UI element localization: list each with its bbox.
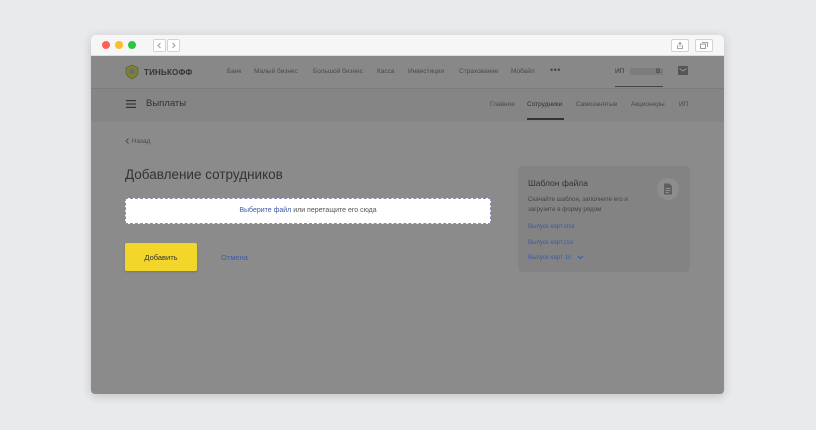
nav-link-insurance[interactable]: Страхование: [459, 68, 499, 75]
section-subnav: Выплаты Главное Сотрудники Самозанятые А…: [91, 89, 724, 120]
more-menu-button[interactable]: •••: [550, 65, 561, 75]
template-link-1c[interactable]: Выпуск карт 1с: [528, 254, 584, 261]
share-button[interactable]: [671, 39, 689, 52]
choose-file-link[interactable]: Выберите файл: [239, 207, 291, 214]
chevron-left-icon: [125, 138, 129, 145]
template-link-xlsx[interactable]: Выпуск карт.xlsx: [528, 223, 575, 230]
mail-icon[interactable]: [678, 66, 688, 75]
dropzone-hint: или перетащите его сюда: [291, 207, 377, 214]
site-top-nav: ТИНЬКОФФ Банк Малый бизнес Большой бизне…: [91, 56, 724, 89]
template-card-description: Скачайте шаблон, заполните его и загрузи…: [528, 196, 628, 213]
document-icon: [657, 178, 679, 200]
account-name[interactable]: ИП: [615, 68, 624, 75]
back-link-label: Назад: [131, 138, 151, 145]
template-link-1c-label: Выпуск карт 1с: [528, 254, 572, 261]
minimize-window-button[interactable]: [115, 41, 123, 49]
account-initial: В.: [656, 68, 663, 75]
file-dropzone[interactable]: Выберите файл или перетащите его сюда: [125, 198, 491, 224]
chevron-down-icon: [577, 255, 584, 260]
browser-window: ТИНЬКОФФ Банк Малый бизнес Большой бизне…: [91, 35, 724, 394]
tab-shareholders[interactable]: Акционеры: [631, 101, 665, 108]
browser-titlebar: [91, 35, 724, 56]
file-template-card: Шаблон файла Скачайте шаблон, заполните …: [518, 166, 690, 272]
nav-link-bank[interactable]: Банк: [227, 68, 241, 75]
close-window-button[interactable]: [102, 41, 110, 49]
brand-logo[interactable]: ТИНЬКОФФ: [124, 64, 192, 80]
chevron-right-icon: [172, 42, 176, 49]
maximize-window-button[interactable]: [128, 41, 136, 49]
back-arrow-button[interactable]: [153, 39, 166, 52]
page-title: Добавление сотрудников: [125, 167, 283, 182]
tabs-icon: [700, 42, 708, 49]
account-underline: [615, 86, 663, 87]
bank-emblem-icon: [125, 64, 139, 80]
nav-link-kassa[interactable]: Касса: [377, 68, 395, 75]
nav-link-mobile[interactable]: Мобайл: [511, 68, 535, 75]
active-tab-indicator: [527, 118, 564, 120]
template-card-title: Шаблон файла: [528, 178, 588, 188]
tab-self-employed[interactable]: Самозанятые: [576, 101, 617, 108]
nav-link-investments[interactable]: Инвестиции: [408, 68, 444, 75]
add-button[interactable]: Добавить: [125, 243, 197, 271]
tabs-button[interactable]: [695, 39, 713, 52]
brand-name: ТИНЬКОФФ: [144, 67, 193, 77]
cancel-link[interactable]: Отмена: [221, 253, 248, 262]
template-link-csv[interactable]: Выпуск карт.csv: [528, 239, 573, 246]
tab-employees[interactable]: Сотрудники: [527, 101, 562, 108]
forward-arrow-button[interactable]: [167, 39, 180, 52]
back-link[interactable]: Назад: [125, 138, 150, 145]
chevron-left-icon: [157, 42, 161, 49]
nav-link-big-business[interactable]: Большой бизнес: [313, 68, 363, 75]
share-icon: [677, 42, 683, 49]
tab-main[interactable]: Главное: [490, 101, 515, 108]
section-title: Выплаты: [146, 98, 187, 109]
nav-link-small-business[interactable]: Малый бизнес: [254, 68, 298, 75]
hamburger-menu-icon[interactable]: [126, 100, 136, 108]
tab-ip[interactable]: ИП: [679, 101, 688, 108]
